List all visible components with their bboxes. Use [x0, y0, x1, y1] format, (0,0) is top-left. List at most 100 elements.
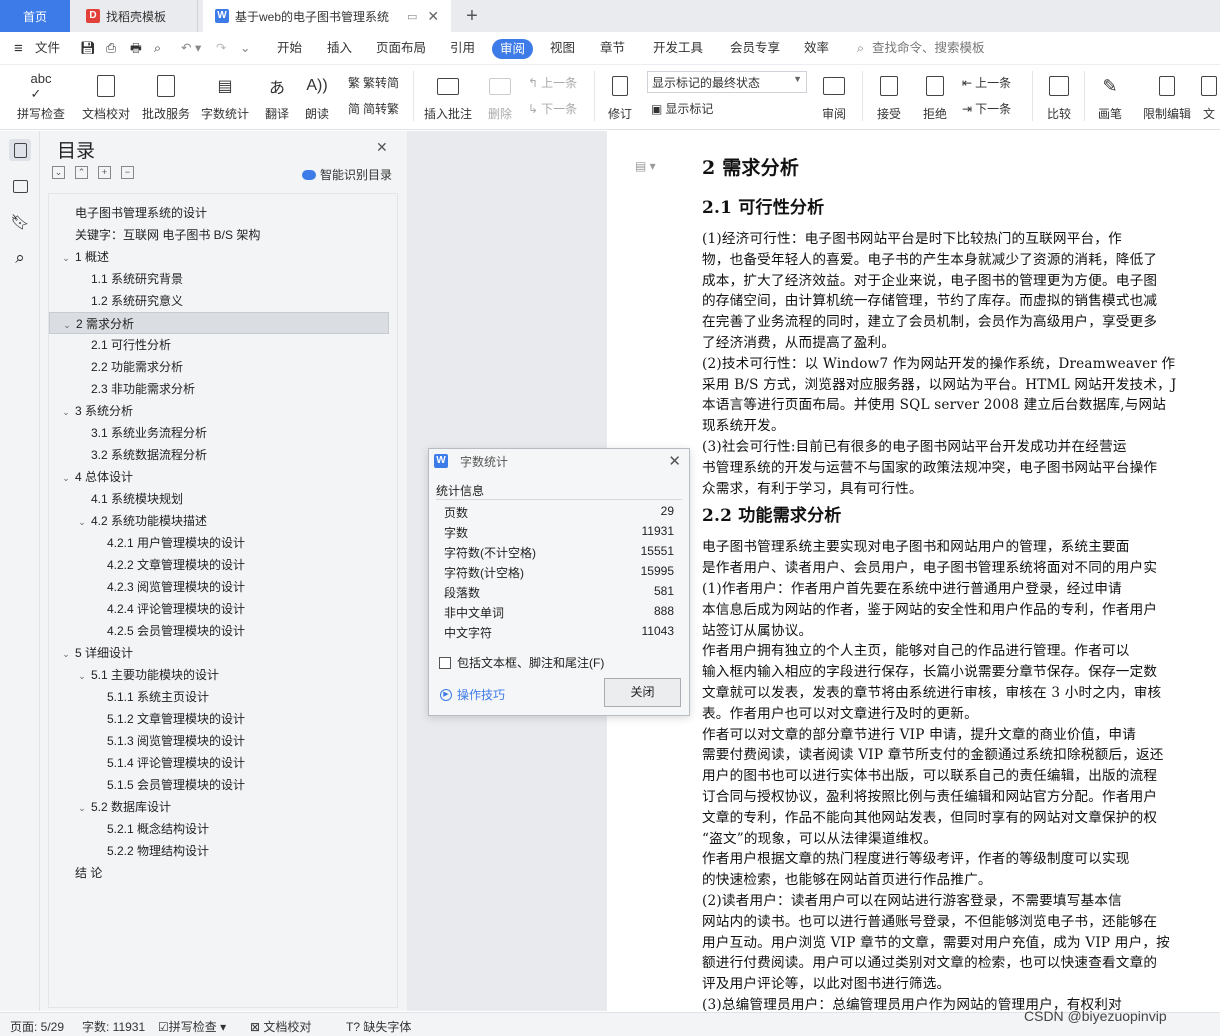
toc-item[interactable]: ⌄ 4 总体设计 [49, 466, 389, 488]
toc-item[interactable]: ⌄ 3 系统分析 [49, 400, 389, 422]
toc-item[interactable]: 4.2.1 用户管理模块的设计 [49, 532, 389, 554]
toc-item[interactable]: 5.2.1 概念结构设计 [49, 818, 389, 840]
chevron-down-icon[interactable]: ⌄ [75, 797, 89, 819]
tab-document[interactable]: W 基于web的电子图书管理系统 ▭ ✕ [203, 0, 451, 32]
undo-icon[interactable]: ↶ ▾ [181, 32, 201, 65]
accept-button[interactable]: 接受 [870, 65, 908, 127]
chevron-down-icon[interactable]: ⌄ [75, 511, 89, 533]
spellcheck-button[interactable]: abc ✓ 拼写检查 [12, 65, 70, 127]
include-textbox-checkbox[interactable]: 包括文本框、脚注和尾注(F) [439, 654, 604, 671]
search-icon[interactable]: ⌕ [9, 247, 31, 269]
page-menu-icon[interactable]: ▤ ▾ [635, 159, 656, 173]
chevron-down-icon[interactable]: ⌄ [59, 643, 73, 665]
word-count-indicator[interactable]: 字数: 11931 [82, 1018, 145, 1035]
toc-item[interactable]: ⌄ 5.2 数据库设计 [49, 796, 389, 818]
toc-panel-icon[interactable] [9, 139, 31, 161]
close-button[interactable]: 关闭 [604, 678, 681, 707]
translate-button[interactable]: あ 翻译 [258, 65, 296, 127]
insert-comment-button[interactable]: 插入批注 [420, 65, 476, 127]
expand-all-icon[interactable]: ⌄ [52, 166, 65, 179]
markup-state-select[interactable]: 显示标记的最终状态 ▼ [647, 71, 807, 93]
menu-member[interactable]: 会员专享 [730, 32, 780, 65]
toc-item[interactable]: 关键字：互联网 电子图书 B/S 架构 [49, 224, 389, 246]
read-aloud-button[interactable]: A)) 朗读 [300, 65, 334, 127]
next-change-button[interactable]: ⇥ 下一条 [962, 100, 1011, 117]
menu-insert[interactable]: 插入 [327, 32, 352, 65]
remove-heading-icon[interactable]: − [121, 166, 134, 179]
toc-item[interactable]: 5.1.2 文章管理模块的设计 [49, 708, 389, 730]
add-heading-icon[interactable]: + [98, 166, 111, 179]
menu-start[interactable]: 开始 [277, 32, 302, 65]
toc-item[interactable]: ⌄ 1 概述 [49, 246, 389, 268]
batch-button[interactable]: 批改服务 [140, 65, 192, 127]
show-markup-button[interactable]: ▣ 显示标记 [651, 100, 713, 117]
menu-developer[interactable]: 开发工具 [653, 32, 703, 65]
toc-item[interactable]: 1.1 系统研究背景 [49, 268, 389, 290]
doccheck-status[interactable]: ⊠ 文档校对 [250, 1018, 311, 1035]
toc-item[interactable]: 2.2 功能需求分析 [49, 356, 389, 378]
toc-item[interactable]: 4.2.2 文章管理模块的设计 [49, 554, 389, 576]
chevron-down-icon[interactable]: ⌄ [59, 401, 73, 423]
smart-toc-button[interactable]: 智能识别目录 [302, 166, 392, 183]
missing-font-status[interactable]: T? 缺失字体 [346, 1018, 411, 1035]
review-pane-button[interactable]: 审阅 [815, 65, 853, 127]
menu-layout[interactable]: 页面布局 [376, 32, 426, 65]
menu-reference[interactable]: 引用 [450, 32, 475, 65]
checkbox-box[interactable] [439, 656, 451, 669]
simp-to-trad-button[interactable]: 简简转繁 [348, 100, 399, 117]
compare-button[interactable]: 比较 [1040, 65, 1078, 127]
print-preview-icon[interactable]: ⌕ [154, 32, 161, 65]
restrict-editing-button[interactable]: 限制编辑 [1140, 65, 1194, 127]
prev-comment-button[interactable]: ↰ 上一条 [528, 74, 577, 91]
toc-item[interactable]: ⌄ 4.2 系统功能模块描述 [49, 510, 389, 532]
toc-item[interactable]: 1.2 系统研究意义 [49, 290, 389, 312]
toc-item[interactable]: 4.1 系统模块规划 [49, 488, 389, 510]
toc-item[interactable]: 电子图书管理系统的设计 [49, 202, 389, 224]
menu-section[interactable]: 章节 [600, 32, 625, 65]
trad-to-simp-button[interactable]: 繁繁转简 [348, 74, 399, 91]
tab-close-icon[interactable]: ✕ [427, 8, 439, 25]
prev-change-button[interactable]: ⇤ 上一条 [962, 74, 1011, 91]
delete-comment-button[interactable]: 删除 [480, 65, 520, 127]
toc-item[interactable]: 4.2.3 阅览管理模块的设计 [49, 576, 389, 598]
toc-item[interactable]: ⌄ 5 详细设计 [49, 642, 389, 664]
pen-button[interactable]: ✎ 画笔 [1093, 65, 1127, 127]
spellcheck-status[interactable]: ☑拼写检查 ▾ [158, 1018, 226, 1035]
command-search[interactable]: 查找命令、搜索模板 [872, 32, 985, 65]
menu-efficiency[interactable]: 效率 [804, 32, 829, 65]
tab-template[interactable]: D 找稻壳模板 [74, 0, 198, 32]
print-icon[interactable]: 🖶 [130, 32, 142, 65]
toc-item[interactable]: 5.1.1 系统主页设计 [49, 686, 389, 708]
wordcount-button[interactable]: ▤ 字数统计 [199, 65, 251, 127]
tab-home[interactable]: 首页 [0, 0, 70, 32]
toc-item[interactable]: 5.1.3 阅览管理模块的设计 [49, 730, 389, 752]
close-icon[interactable]: ✕ [376, 139, 388, 156]
toc-item[interactable]: 3.2 系统数据流程分析 [49, 444, 389, 466]
chapter-nav-icon[interactable] [9, 175, 31, 197]
bookmark-icon[interactable]: 🔖︎ [9, 211, 31, 233]
track-changes-button[interactable]: 修订 [600, 65, 640, 127]
toc-item[interactable]: 4.2.5 会员管理模块的设计 [49, 620, 389, 642]
more-icon[interactable]: ⌄ [240, 32, 250, 65]
dialog-close-icon[interactable]: ✕ [668, 452, 681, 470]
menu-file[interactable]: 文件 [35, 32, 60, 65]
collapse-all-icon[interactable]: ⌃ [75, 166, 88, 179]
toc-item[interactable]: 2.3 非功能需求分析 [49, 378, 389, 400]
next-comment-button[interactable]: ↳ 下一条 [528, 100, 577, 117]
chevron-down-icon[interactable]: ⌄ [59, 467, 73, 489]
tips-link[interactable]: ▶ 操作技巧 [440, 686, 505, 703]
new-tab-icon[interactable]: + [458, 0, 486, 32]
chevron-down-icon[interactable]: ⌄ [60, 314, 74, 336]
toc-item[interactable]: 4.2.4 评论管理模块的设计 [49, 598, 389, 620]
menu-view[interactable]: 视图 [550, 32, 575, 65]
toc-item[interactable]: 2.1 可行性分析 [49, 334, 389, 356]
doc-permission-button[interactable]: 文 [1198, 65, 1220, 127]
redo-icon[interactable]: ↷ [216, 32, 226, 65]
chevron-down-icon[interactable]: ⌄ [59, 247, 73, 269]
reject-button[interactable]: 拒绝 [916, 65, 954, 127]
toc-item[interactable]: 3.1 系统业务流程分析 [49, 422, 389, 444]
toc-item[interactable]: 5.2.2 物理结构设计 [49, 840, 389, 862]
toc-item[interactable]: 结 论 [49, 862, 389, 884]
doccheck-button[interactable]: 文档校对 [80, 65, 132, 127]
page-indicator[interactable]: 页面: 5/29 [10, 1018, 64, 1035]
